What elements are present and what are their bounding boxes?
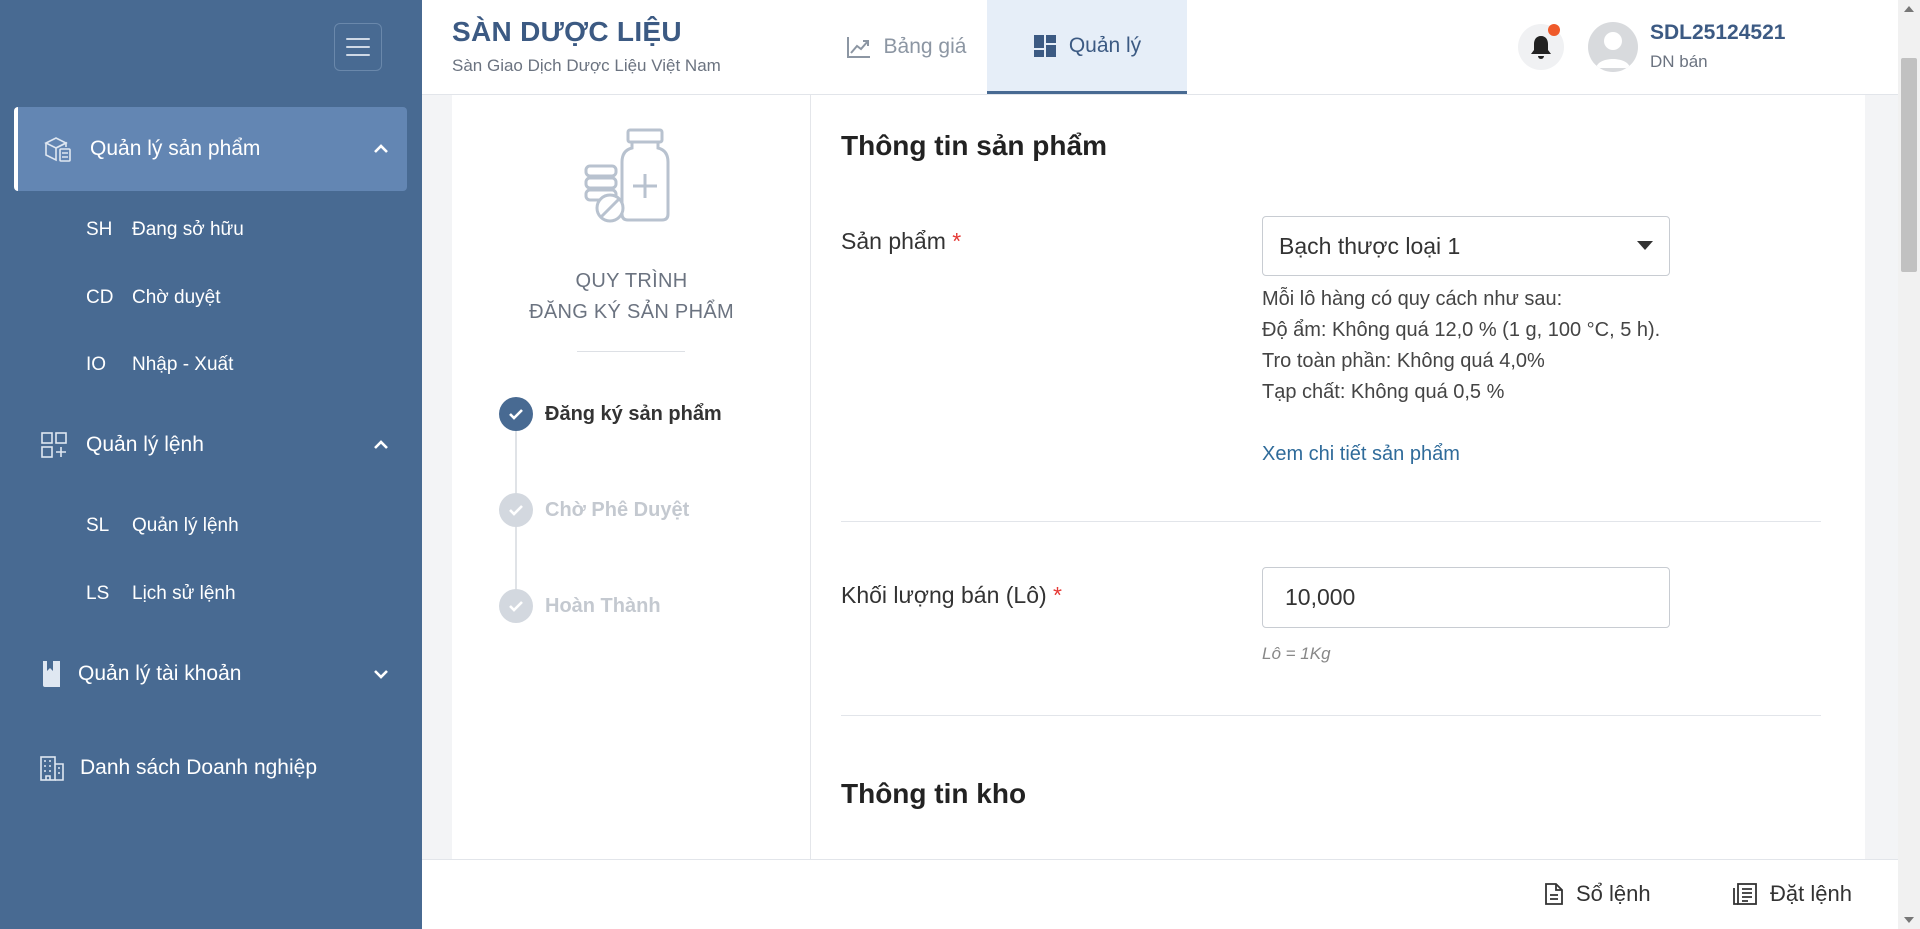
grid-add-icon (36, 427, 72, 463)
hamburger-line (346, 46, 370, 48)
process-title-line1: QUY TRÌNH (575, 270, 688, 292)
caret-down-icon (1637, 241, 1653, 250)
place-order-label: Đặt lệnh (1770, 881, 1852, 906)
user-role: DN bán (1650, 52, 1708, 71)
section-title-product: Thông tin sản phẩm (841, 130, 1107, 161)
scroll-thumb[interactable] (1901, 58, 1917, 272)
dashboard-icon (1033, 34, 1057, 58)
sidebar: Quản lý sản phẩm SH Đang sở hữu CD Chờ d… (0, 0, 422, 929)
sidebar-item-product-management[interactable]: Quản lý sản phẩm (14, 107, 407, 191)
step-awaiting-approval: Chờ Phê Duyệt (499, 493, 689, 527)
subitem-label: Chờ duyệt (132, 287, 221, 308)
product-spec: Mỗi lô hàng có quy cách như sau: Độ ẩm: … (1262, 284, 1670, 408)
product-boxes-icon (40, 131, 76, 167)
building-icon (34, 750, 70, 786)
spec-line: Độ ẩm: Không quá 12,0 % (1 g, 100 °C, 5 … (1262, 319, 1661, 341)
step-label: Chờ Phê Duyệt (545, 498, 690, 521)
subitem-abbr: SH (86, 219, 113, 240)
product-select[interactable]: Bạch thược loại 1 (1262, 216, 1670, 276)
user-id[interactable]: SDL25124521 (1650, 21, 1785, 45)
sidebar-item-order-management[interactable]: Quản lý lệnh (14, 403, 407, 487)
chevron-up-icon[interactable] (369, 144, 393, 154)
medicine-bottle-icon (582, 126, 682, 226)
sidebar-item-label: Quản lý lệnh (86, 433, 204, 456)
subitem-abbr: SL (86, 515, 110, 536)
place-order-button[interactable]: Đặt lệnh (1732, 881, 1852, 907)
quantity-input-value: 10,000 (1285, 584, 1356, 610)
check-icon (499, 397, 533, 431)
avatar[interactable] (1588, 22, 1638, 72)
spec-line: Tạp chất: Không quá 0,5 % (1262, 381, 1505, 403)
order-list-icon (1732, 882, 1758, 906)
step-label: Hoàn Thành (545, 594, 661, 617)
notification-button[interactable] (1518, 24, 1564, 70)
brand-subtitle: Sàn Giao Dịch Dược Liệu Việt Nam (452, 56, 721, 75)
document-icon (1544, 882, 1564, 906)
spec-line: Mỗi lô hàng có quy cách như sau: (1262, 288, 1563, 310)
bottom-bar: Sổ lệnh Đặt lệnh (422, 859, 1898, 929)
quantity-field-label: Khối lượng bán (Lô) * (841, 582, 1062, 609)
tab-label: Bảng giá (883, 35, 967, 58)
subitem-label: Đang sở hữu (132, 219, 244, 240)
subitem-abbr: IO (86, 354, 107, 375)
product-detail-link[interactable]: Xem chi tiết sản phẩm (1262, 443, 1460, 466)
sidebar-item-label: Quản lý tài khoản (78, 662, 242, 685)
notification-dot (1548, 24, 1560, 36)
top-header: SÀN DƯỢC LIỆU Sàn Giao Dịch Dược Liệu Vi… (422, 0, 1898, 95)
sidebar-item-label: Danh sách Doanh nghiệp (80, 756, 318, 779)
sidebar-subitem-orders[interactable]: SL Quản lý lệnh (86, 506, 239, 546)
required-mark: * (952, 228, 962, 254)
subitem-label: Lịch sử lệnh (132, 583, 236, 604)
chart-line-icon (846, 35, 872, 59)
quantity-label-text: Khối lượng bán (Lô) (841, 582, 1047, 608)
chevron-down-icon[interactable] (369, 669, 393, 679)
subitem-abbr: LS (86, 583, 110, 604)
quantity-hint: Lô = 1Kg (1262, 644, 1331, 663)
process-title: QUY TRÌNH ĐĂNG KÝ SẢN PHẨM (452, 266, 811, 328)
process-title-line2: ĐĂNG KÝ SẢN PHẨM (529, 301, 734, 323)
check-icon (499, 493, 533, 527)
product-select-value: Bạch thược loại 1 (1279, 232, 1461, 259)
step-register-product: Đăng ký sản phẩm (499, 397, 722, 431)
subitem-abbr: CD (86, 287, 114, 308)
subitem-label: Nhập - Xuất (132, 354, 234, 375)
subitem-label: Quản lý lệnh (132, 515, 239, 536)
sidebar-subitem-pending[interactable]: CD Chờ duyệt (86, 278, 221, 318)
account-book-icon (34, 656, 70, 692)
sidebar-subitem-owned[interactable]: SH Đang sở hữu (86, 210, 244, 250)
tab-management[interactable]: Quản lý (987, 0, 1187, 94)
product-field-label: Sản phẩm * (841, 228, 961, 255)
spec-line: Tro toàn phần: Không quá 4,0% (1262, 350, 1545, 372)
vertical-scrollbar[interactable] (1898, 0, 1920, 929)
divider (841, 715, 1821, 716)
bell-icon (1531, 36, 1551, 59)
hamburger-line (346, 54, 370, 56)
brand-title[interactable]: SÀN DƯỢC LIỆU (452, 16, 682, 48)
tab-price-board[interactable]: Bảng giá (806, 0, 1006, 94)
tab-label: Quản lý (1068, 33, 1142, 57)
scroll-down-icon[interactable] (1904, 917, 1914, 923)
order-book-button[interactable]: Sổ lệnh (1544, 881, 1651, 907)
divider (577, 351, 685, 352)
sidebar-subitem-order-history[interactable]: LS Lịch sử lệnh (86, 574, 236, 614)
sidebar-subitem-import-export[interactable]: IO Nhập - Xuất (86, 345, 233, 385)
scroll-up-icon[interactable] (1904, 6, 1914, 12)
step-label: Đăng ký sản phẩm (545, 402, 722, 425)
hamburger-line (346, 38, 370, 40)
check-icon (499, 589, 533, 623)
step-complete: Hoàn Thành (499, 589, 661, 623)
sidebar-item-account-management[interactable]: Quản lý tài khoản (14, 632, 407, 716)
menu-toggle-button[interactable] (334, 23, 382, 71)
sidebar-item-company-list[interactable]: Danh sách Doanh nghiệp (14, 726, 407, 810)
chevron-up-icon[interactable] (369, 440, 393, 450)
divider (841, 521, 1821, 522)
section-title-warehouse: Thông tin kho (841, 778, 1027, 809)
required-mark: * (1053, 582, 1062, 608)
quantity-input[interactable]: 10,000 (1262, 567, 1670, 628)
order-book-label: Sổ lệnh (1576, 881, 1651, 906)
sidebar-item-label: Quản lý sản phẩm (90, 137, 261, 160)
product-label-text: Sản phẩm (841, 228, 946, 254)
